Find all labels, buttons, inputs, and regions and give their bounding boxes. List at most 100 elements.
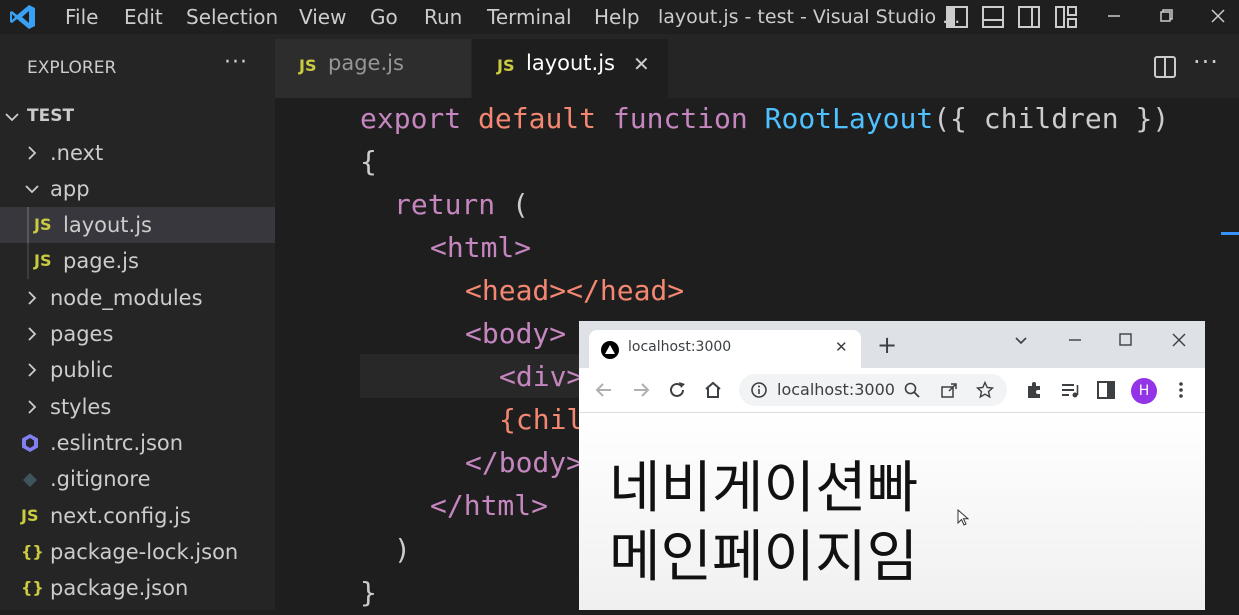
code-line-3: return ( — [394, 183, 529, 227]
git-icon — [22, 472, 38, 488]
chevron-right-icon — [28, 363, 37, 377]
tab-label: page.js — [328, 51, 404, 75]
tree-item-package-json[interactable]: {} package.json — [0, 570, 275, 606]
menu-help[interactable]: Help — [594, 0, 640, 34]
tree-item-label: node_modules — [50, 286, 203, 310]
forward-arrow-icon[interactable] — [630, 379, 652, 401]
code-token: function — [612, 102, 748, 135]
code-line-7: <div> — [499, 360, 584, 393]
toggle-secondary-sidebar-icon[interactable] — [1017, 5, 1041, 29]
code-line-10: </html> — [430, 489, 549, 522]
browser-page-content: 네비게이션빠 메인페이지임 — [579, 413, 1205, 610]
minimap-viewport-marker — [1221, 232, 1239, 235]
code-line-12: } — [360, 576, 377, 609]
tab-close-icon[interactable]: ✕ — [633, 52, 650, 76]
tree-item-label: styles — [50, 395, 112, 419]
tree-item-next[interactable]: .next — [0, 135, 275, 171]
tree-item-node-modules[interactable]: node_modules — [0, 280, 275, 316]
extensions-puzzle-icon[interactable] — [1023, 379, 1045, 401]
back-arrow-icon[interactable] — [593, 379, 615, 401]
tab-layout-js[interactable]: JS layout.js ✕ — [472, 39, 668, 98]
site-info-icon[interactable] — [750, 381, 768, 399]
browser-toolbar: localhost:3000 H — [579, 368, 1205, 413]
title-bar: File Edit Selection View Go Run Terminal… — [0, 0, 1239, 34]
menu-edit[interactable]: Edit — [124, 0, 163, 34]
indent-guide — [27, 207, 29, 243]
tree-item-label: .eslintrc.json — [50, 431, 184, 455]
home-icon[interactable] — [702, 379, 724, 401]
js-file-icon: JS — [34, 215, 52, 234]
explorer-more-actions-icon[interactable]: ··· — [224, 50, 248, 75]
browser-menu-icon[interactable] — [1171, 379, 1191, 401]
tree-item-eslintrc[interactable]: .eslintrc.json — [0, 425, 275, 461]
code-line-4: <html> — [430, 231, 532, 264]
json-file-icon: {} — [21, 578, 44, 597]
menu-run[interactable]: Run — [424, 0, 462, 34]
tree-item-label: package-lock.json — [50, 540, 239, 564]
tree-item-label: page.js — [63, 249, 139, 273]
nextjs-favicon-icon — [601, 341, 619, 359]
tree-item-label: app — [50, 177, 90, 201]
browser-close-icon[interactable] — [1168, 329, 1190, 351]
browser-tab-close-icon[interactable]: ✕ — [835, 338, 848, 356]
tab-page-js[interactable]: JS page.js — [275, 39, 471, 98]
tree-item-layout-js[interactable]: JS layout.js — [0, 207, 275, 243]
toggle-primary-sidebar-icon[interactable] — [945, 5, 969, 29]
profile-avatar[interactable]: H — [1131, 378, 1157, 404]
address-text: localhost:3000 — [777, 380, 895, 399]
vscode-logo-icon — [10, 5, 35, 29]
browser-maximize-icon[interactable] — [1115, 329, 1137, 351]
menu-file[interactable]: File — [65, 0, 98, 34]
tab-search-chevron-icon[interactable] — [1012, 331, 1030, 349]
code-line-9: </body> — [465, 446, 584, 479]
close-window-icon[interactable] — [1195, 0, 1239, 34]
code-line-2: { — [360, 145, 377, 178]
toggle-panel-icon[interactable] — [981, 5, 1005, 29]
tree-item-pages[interactable]: pages — [0, 316, 275, 352]
split-editor-icon[interactable] — [1152, 54, 1178, 80]
tree-item-gitignore[interactable]: .gitignore — [0, 461, 275, 497]
code-token: ( — [512, 188, 529, 221]
root-folder-label: TEST — [27, 106, 75, 126]
menu-go[interactable]: Go — [370, 0, 398, 34]
address-bar[interactable]: localhost:3000 — [739, 374, 1007, 406]
code-token: default — [478, 102, 597, 135]
tree-item-label: pages — [50, 322, 114, 346]
customize-layout-icon[interactable] — [1054, 5, 1078, 29]
tree-item-styles[interactable]: styles — [0, 389, 275, 425]
menu-selection[interactable]: Selection — [186, 0, 278, 34]
mouse-cursor-icon — [957, 509, 970, 526]
share-icon[interactable] — [940, 381, 958, 399]
restore-icon[interactable] — [1143, 0, 1189, 34]
browser-tab-title: localhost:3000 — [628, 339, 732, 355]
tree-item-page-js[interactable]: JS page.js — [0, 243, 275, 279]
zoom-icon[interactable] — [903, 381, 921, 399]
bookmark-star-icon[interactable] — [976, 381, 994, 399]
menu-view[interactable]: View — [299, 0, 346, 34]
tree-item-app[interactable]: app — [0, 171, 275, 207]
side-panel-icon[interactable] — [1095, 379, 1117, 401]
browser-window: localhost:3000 ✕ + localhost:3000 H 네비게이… — [579, 321, 1205, 610]
chevron-right-icon — [28, 291, 37, 305]
tab-label: layout.js — [526, 51, 615, 75]
more-actions-icon[interactable]: ··· — [1193, 48, 1219, 76]
reload-icon[interactable] — [666, 379, 688, 401]
code-line-1: export default function RootLayout({ chi… — [360, 97, 1169, 141]
tree-item-label: layout.js — [63, 213, 152, 237]
new-tab-icon[interactable]: + — [877, 331, 897, 359]
indent-guide — [27, 243, 29, 279]
media-queue-icon[interactable] — [1059, 379, 1081, 401]
code-token: ({ children }) — [933, 102, 1170, 135]
chevron-right-icon — [28, 327, 37, 341]
tree-item-package-lock[interactable]: {} package-lock.json — [0, 534, 275, 570]
tree-item-next-config[interactable]: JS next.config.js — [0, 498, 275, 534]
window-title: layout.js - test - Visual Studio ... — [658, 6, 961, 28]
explorer-root-test[interactable]: TEST — [0, 98, 275, 134]
chevron-right-icon — [28, 400, 37, 414]
browser-minimize-icon[interactable] — [1064, 329, 1086, 351]
browser-tab[interactable]: localhost:3000 ✕ — [589, 330, 861, 368]
menu-terminal[interactable]: Terminal — [487, 0, 572, 34]
minimize-icon[interactable] — [1091, 0, 1137, 34]
tree-item-public[interactable]: public — [0, 352, 275, 388]
tree-item-label: .gitignore — [50, 467, 151, 491]
